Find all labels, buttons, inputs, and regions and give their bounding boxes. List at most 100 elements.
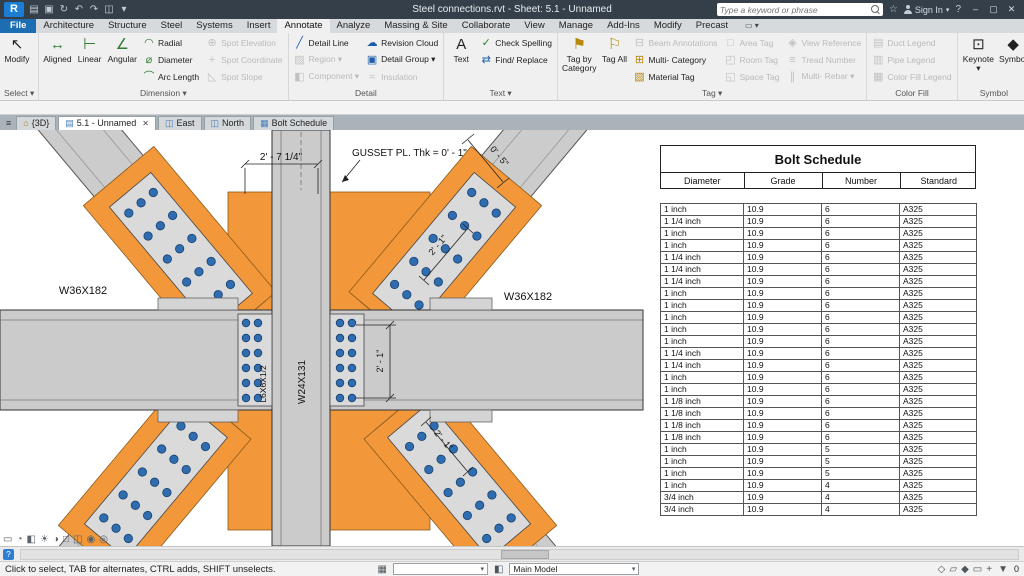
view-tab-north[interactable]: ◫North bbox=[204, 116, 252, 130]
ribbon-tab-collaborate[interactable]: Collaborate bbox=[455, 19, 518, 33]
ribbon-button-check-spelling[interactable]: ✓Check Spelling bbox=[477, 34, 555, 51]
ribbon-tab-insert[interactable]: Insert bbox=[240, 19, 278, 33]
schedule-row[interactable]: 1 1/8 inch10.96A325 bbox=[661, 420, 977, 432]
ribbon-button-detail-group[interactable]: ▣Detail Group ▾ bbox=[363, 51, 441, 68]
schedule-row[interactable]: 1 inch10.96A325 bbox=[661, 288, 977, 300]
schedule-row[interactable]: 1 inch10.94A325 bbox=[661, 480, 977, 492]
ribbon-button-radial[interactable]: ◠Radial bbox=[140, 34, 202, 51]
help-menu-button[interactable]: ? bbox=[955, 4, 961, 15]
ribbon-button-revision-cloud[interactable]: ☁Revision Cloud bbox=[363, 34, 441, 51]
sign-in-button[interactable]: Sign In ▾ bbox=[904, 5, 950, 15]
ribbon-tab-file[interactable]: File bbox=[0, 19, 36, 33]
ribbon-panel-label-dimension[interactable]: Dimension ▾ bbox=[39, 87, 287, 100]
shadows-icon[interactable]: ◑ bbox=[53, 534, 59, 545]
scale-icon[interactable]: ▭ bbox=[3, 534, 12, 545]
ribbon-button-diameter[interactable]: ⌀Diameter bbox=[140, 51, 202, 68]
qat-save-icon[interactable]: ▣ bbox=[42, 4, 56, 15]
ribbon-minimize-icon[interactable]: ▭ ▾ bbox=[741, 19, 763, 33]
schedule-row[interactable]: 3/4 inch10.94A325 bbox=[661, 504, 977, 516]
ribbon-tab-precast[interactable]: Precast bbox=[689, 19, 735, 33]
qat-customize-icon[interactable]: ▾ bbox=[117, 4, 131, 15]
horizontal-scrollbar[interactable] bbox=[20, 549, 1019, 560]
qat-redo-icon[interactable]: ↷ bbox=[87, 4, 101, 15]
schedule-row[interactable]: 1 inch10.96A325 bbox=[661, 336, 977, 348]
select-pinned-icon[interactable]: ◆ bbox=[961, 564, 969, 575]
filter-icon[interactable]: ▼ bbox=[998, 564, 1008, 575]
view-tab-3d[interactable]: ⌂{3D} bbox=[16, 116, 56, 130]
ribbon-button-angular[interactable]: ∠Angular bbox=[106, 34, 139, 86]
select-by-face-icon[interactable]: ▭ bbox=[973, 564, 982, 575]
scrollbar-thumb[interactable] bbox=[501, 550, 549, 559]
qat-sync-icon[interactable]: ↻ bbox=[57, 4, 71, 15]
ribbon-tab-architecture[interactable]: Architecture bbox=[36, 19, 101, 33]
star-icon[interactable]: ☆ bbox=[889, 4, 898, 15]
search-input[interactable] bbox=[720, 5, 868, 15]
ribbon-tab-structure[interactable]: Structure bbox=[101, 19, 154, 33]
ribbon-tab-view[interactable]: View bbox=[517, 19, 551, 33]
schedule-row[interactable]: 1 1/8 inch10.96A325 bbox=[661, 432, 977, 444]
ribbon-button-modify[interactable]: ↖Modify bbox=[2, 34, 32, 86]
ribbon-button-tag-all[interactable]: ⚐Tag All bbox=[599, 34, 629, 86]
splice-plate-right[interactable] bbox=[330, 314, 364, 406]
schedule-row[interactable]: 1 1/4 inch10.96A325 bbox=[661, 276, 977, 288]
schedule-row[interactable]: 1 1/4 inch10.96A325 bbox=[661, 252, 977, 264]
ribbon-panel-label-tag[interactable]: Tag ▾ bbox=[558, 87, 866, 100]
ribbon-panel-label-symbol[interactable]: Symbol bbox=[958, 87, 1024, 100]
ribbon-button-symbol[interactable]: ◆Symbol bbox=[998, 34, 1024, 86]
select-links-icon[interactable]: ◇ bbox=[938, 564, 946, 575]
column[interactable] bbox=[272, 130, 330, 546]
schedule-row[interactable]: 3/4 inch10.94A325 bbox=[661, 492, 977, 504]
ribbon-button-find-replace[interactable]: ⇄Find/ Replace bbox=[477, 51, 555, 68]
schedule-row[interactable]: 1 inch10.96A325 bbox=[661, 372, 977, 384]
close-icon[interactable]: ✕ bbox=[142, 117, 149, 130]
tab-list-icon[interactable]: ≡ bbox=[3, 116, 14, 130]
crop-view-icon[interactable]: □ bbox=[63, 534, 69, 545]
schedule-row[interactable]: 1 inch10.96A325 bbox=[661, 384, 977, 396]
schedule-row[interactable]: 1 inch10.96A325 bbox=[661, 204, 977, 216]
ribbon-button-material-tag[interactable]: ▧Material Tag bbox=[630, 68, 720, 85]
schedule-row[interactable]: 1 1/8 inch10.96A325 bbox=[661, 408, 977, 420]
ribbon-button-keynote[interactable]: ⊡Keynote ▾ bbox=[960, 34, 998, 86]
sheet-view[interactable]: 2' - 7 1/4" GUSSET PL. Thk = 0' - 1" 0' … bbox=[0, 130, 655, 546]
ribbon-button-arc-length[interactable]: ⌒Arc Length bbox=[140, 68, 202, 85]
ribbon-button-text[interactable]: AText bbox=[446, 34, 476, 86]
schedule-row[interactable]: 1 inch10.96A325 bbox=[661, 228, 977, 240]
ribbon-tab-analyze[interactable]: Analyze bbox=[330, 19, 378, 33]
ribbon-tab-annotate[interactable]: Annotate bbox=[277, 19, 329, 33]
bolt-schedule[interactable]: Bolt Schedule DiameterGradeNumberStandar… bbox=[660, 145, 976, 516]
qat-print-icon[interactable]: ◫ bbox=[102, 4, 116, 15]
ribbon-tab-steel[interactable]: Steel bbox=[154, 19, 190, 33]
ribbon-tab-modify[interactable]: Modify bbox=[647, 19, 689, 33]
design-option-dropdown[interactable]: Main Model ▾ bbox=[509, 563, 639, 575]
worksets-icon[interactable]: ▦ bbox=[378, 564, 387, 575]
ribbon-tab-massing-site[interactable]: Massing & Site bbox=[377, 19, 454, 33]
search-icon[interactable] bbox=[871, 5, 880, 14]
view-tab-5-1-unnamed[interactable]: ▤5.1 - Unnamed✕ bbox=[58, 116, 156, 130]
schedule-row[interactable]: 1 inch10.95A325 bbox=[661, 456, 977, 468]
active-workset-dropdown[interactable]: ▾ bbox=[393, 563, 488, 575]
schedule-row[interactable]: 1 inch10.96A325 bbox=[661, 240, 977, 252]
schedule-row[interactable]: 1 1/8 inch10.96A325 bbox=[661, 396, 977, 408]
ribbon-button-aligned[interactable]: ↔Aligned bbox=[41, 34, 73, 86]
sun-path-icon[interactable]: ☀ bbox=[40, 534, 49, 545]
temporary-hide-isolate-icon[interactable]: ◉ bbox=[86, 534, 95, 545]
visual-style-icon[interactable]: ◧ bbox=[27, 534, 36, 545]
schedule-row[interactable]: 1 1/4 inch10.96A325 bbox=[661, 216, 977, 228]
schedule-row[interactable]: 1 1/4 inch10.96A325 bbox=[661, 360, 977, 372]
minimize-button[interactable]: – bbox=[967, 4, 984, 15]
ribbon-button-linear[interactable]: ⊢Linear bbox=[75, 34, 105, 86]
ribbon-button-detail-line[interactable]: ╱Detail Line bbox=[291, 34, 363, 51]
ribbon-panel-label-color-fill[interactable]: Color Fill bbox=[867, 87, 956, 100]
view-tab-bolt-schedule[interactable]: ▦Bolt Schedule bbox=[253, 116, 334, 130]
ribbon-panel-label-select[interactable]: Select ▾ bbox=[0, 87, 38, 100]
app-logo[interactable]: R bbox=[4, 2, 24, 17]
close-button[interactable]: ✕ bbox=[1003, 4, 1020, 15]
ribbon-button-multi-category[interactable]: ⊞Multi- Category bbox=[630, 51, 720, 68]
ribbon-panel-label-text[interactable]: Text ▾ bbox=[444, 87, 557, 100]
ribbon-tab-systems[interactable]: Systems bbox=[189, 19, 239, 33]
drawing-area[interactable]: 2' - 7 1/4" GUSSET PL. Thk = 0' - 1" 0' … bbox=[0, 130, 1024, 546]
select-underlay-icon[interactable]: ▱ bbox=[949, 564, 957, 575]
reveal-hidden-icon[interactable]: ◎ bbox=[99, 534, 108, 545]
schedule-row[interactable]: 1 inch10.96A325 bbox=[661, 300, 977, 312]
schedule-row[interactable]: 1 inch10.95A325 bbox=[661, 444, 977, 456]
